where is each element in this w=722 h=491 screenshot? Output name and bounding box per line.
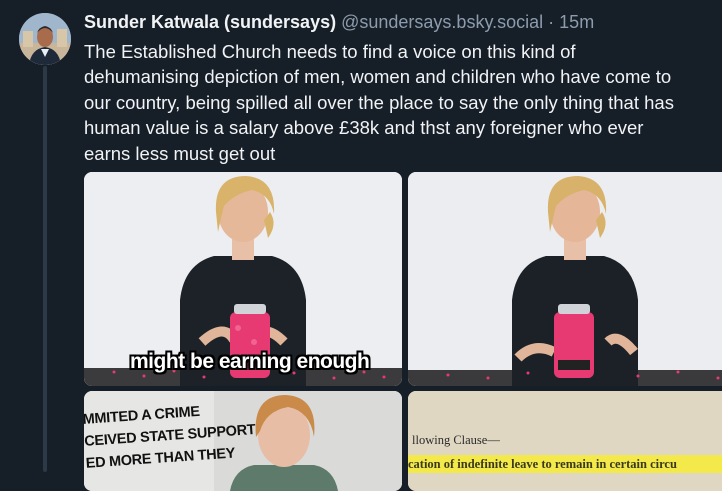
thread-line (43, 66, 47, 472)
image-2[interactable] (408, 172, 722, 386)
separator: · (548, 12, 555, 32)
handle[interactable]: @sundersays.bsky.social (341, 12, 543, 32)
video-frame-2 (408, 172, 722, 386)
document-highlighted-line: cation of indefinite leave to remain in … (408, 455, 722, 473)
image-1[interactable]: might be earning enough (84, 172, 402, 386)
image-grid: might be earning enough MMITED A CRIME C… (84, 172, 722, 491)
avatar[interactable] (19, 13, 71, 65)
overlay-text: MMITED A CRIME CEIVED STATE SUPPORT ED M… (84, 401, 256, 475)
timestamp[interactable]: 15m (559, 12, 594, 32)
video-caption: might be earning enough (130, 350, 370, 373)
post-text: The Established Church needs to find a v… (84, 41, 674, 164)
post-header: Sunder Katwala (sundersays) @sundersays.… (84, 11, 712, 33)
document-line-1: llowing Clause— (412, 433, 500, 447)
image-3[interactable]: MMITED A CRIME CEIVED STATE SUPPORT ED M… (84, 391, 402, 491)
image-4[interactable]: llowing Clause— cation of indefinite lea… (408, 391, 722, 491)
avatar-image (19, 13, 71, 65)
display-name[interactable]: Sunder Katwala (sundersays) (84, 12, 336, 32)
